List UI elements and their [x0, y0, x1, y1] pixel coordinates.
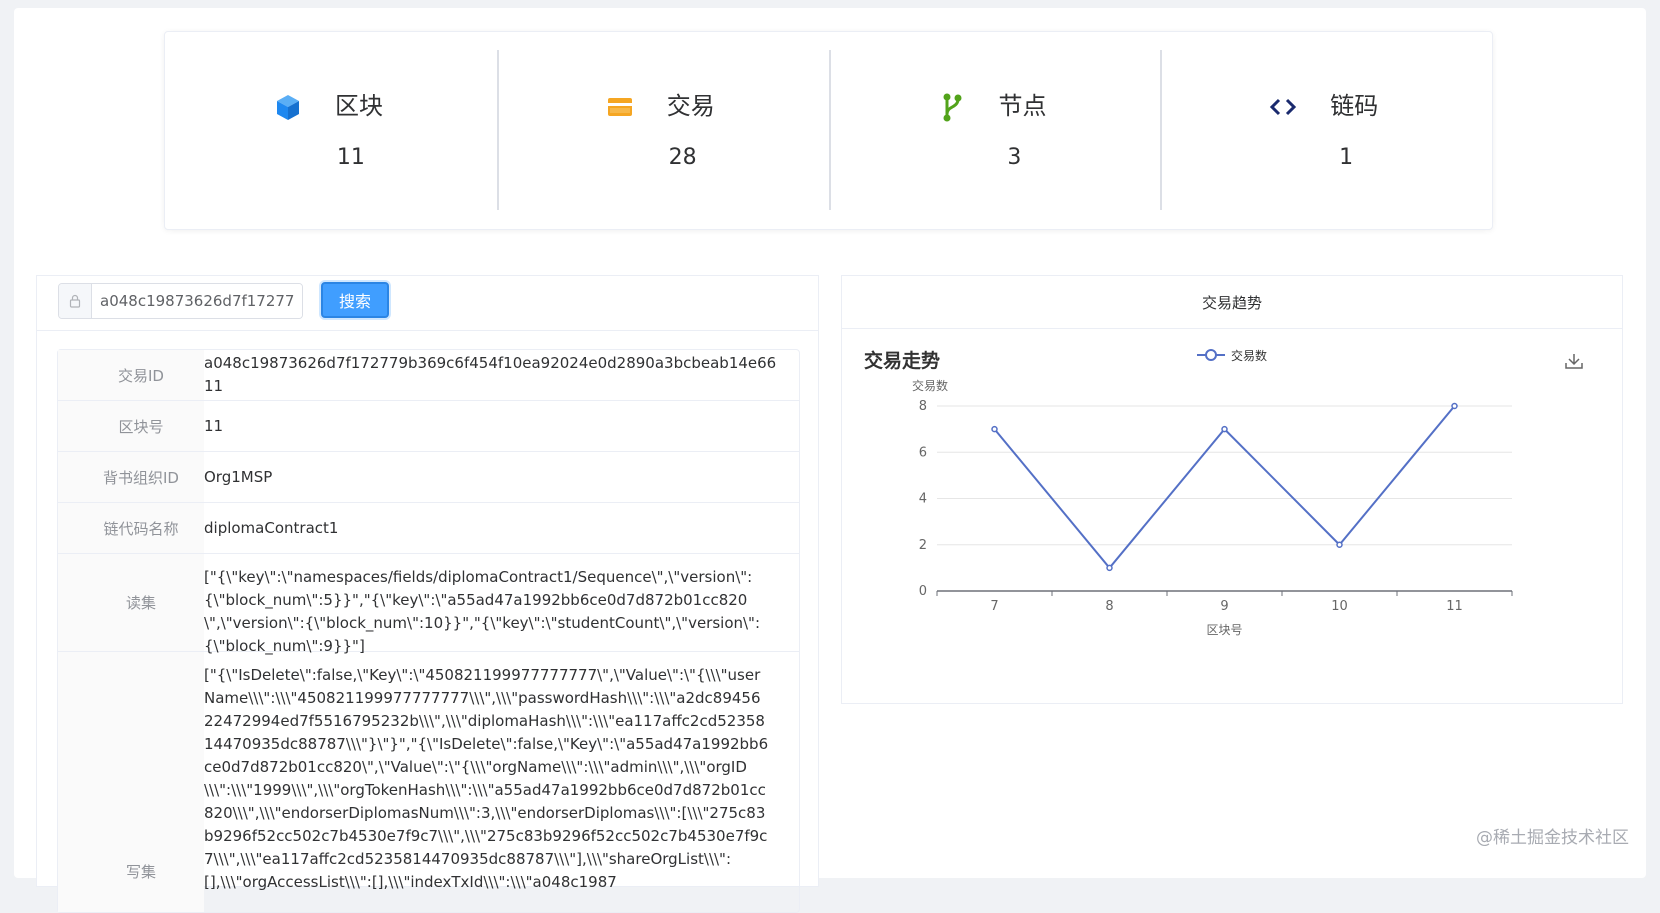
stat-blocks: 区块 11 [165, 32, 497, 229]
legend-label: 交易数 [1231, 348, 1267, 363]
transaction-panel: 搜索 交易ID a048c19873626d7f172779b369c6f454… [36, 275, 819, 913]
stat-transactions: 交易 28 [496, 32, 829, 229]
table-row: 写集 ["{\"IsDelete\":false,\"Key\":\"45082… [58, 652, 799, 912]
code-icon [1268, 92, 1298, 122]
detail-value: a048c19873626d7f172779b369c6f454f10ea920… [204, 354, 777, 395]
x-tick-label: 7 [990, 599, 998, 614]
trend-panel: 交易趋势 交易走势 交易数 交易数 0 2 4 6 8 7 8 9 10 11 区块号 [841, 275, 1623, 704]
y-tick-label: 0 [919, 584, 927, 599]
stat-value: 3 [1007, 145, 1022, 170]
line-chart: 交易走势 交易数交易数024687 8 9 10 11区块号 [864, 348, 1583, 637]
legend-marker [1205, 349, 1217, 361]
stat-nodes: 节点 3 [828, 32, 1161, 229]
y-tick-label: 6 [919, 445, 927, 460]
x-tick-label: 8 [1105, 599, 1113, 614]
stat-value: 11 [336, 145, 365, 170]
stat-value: 28 [668, 145, 697, 170]
detail-key: 链代码名称 [103, 519, 179, 538]
data-point [991, 425, 998, 433]
panel-title: 交易趋势 [842, 276, 1622, 329]
card-icon [605, 92, 635, 122]
transaction-detail-table: 交易ID a048c19873626d7f172779b369c6f454f10… [57, 349, 800, 913]
search-bar: 搜索 [37, 276, 818, 331]
cube-icon [273, 92, 303, 122]
lock-icon [59, 284, 92, 318]
detail-value: ["{\"IsDelete\":false,\"Key\":\"45082119… [204, 666, 769, 891]
stat-chaincode: 链码 1 [1160, 32, 1492, 229]
table-row: 读集 ["{\"key\":\"namespaces/fields/diplom… [58, 554, 799, 655]
chart-title: 交易走势 [864, 349, 940, 372]
stats-card: 区块 11 交易 28 节点 3 链码 1 [164, 31, 1493, 230]
detail-key: 读集 [125, 594, 156, 612]
stat-label: 链码 [1330, 92, 1379, 120]
stat-label: 节点 [998, 92, 1047, 120]
detail-value: 11 [204, 416, 224, 435]
y-tick-label: 2 [919, 538, 927, 553]
search-button[interactable]: 搜索 [321, 282, 389, 318]
detail-value: diplomaContract1 [204, 518, 339, 537]
x-tick-label: 11 [1446, 599, 1463, 614]
detail-key: 写集 [125, 863, 156, 881]
download-icon [1565, 354, 1583, 369]
search-input[interactable] [92, 284, 302, 318]
table-row: 区块号 11 [58, 401, 799, 452]
table-row: 链代码名称 diplomaContract1 [58, 503, 799, 554]
y-tick-label: 4 [919, 492, 927, 507]
data-point [1221, 425, 1228, 433]
detail-value: Org1MSP [204, 467, 273, 486]
table-row: 交易ID a048c19873626d7f172779b369c6f454f10… [58, 350, 799, 401]
data-point [1106, 564, 1113, 572]
detail-key: 背书组织ID [103, 468, 179, 487]
y-axis-label: 交易数 [912, 378, 948, 393]
branch-icon [937, 92, 967, 122]
table-row: 背书组织ID Org1MSP [58, 452, 799, 503]
x-tick-label: 10 [1331, 599, 1348, 614]
stat-label: 区块 [335, 92, 383, 120]
x-axis-label: 区块号 [1206, 623, 1242, 637]
detail-key: 区块号 [118, 417, 164, 436]
detail-value: ["{\"key\":\"namespaces/fields/diplomaCo… [204, 568, 761, 655]
data-point [1451, 402, 1458, 410]
page: 区块 11 交易 28 节点 3 链码 1 a048c19873626d7f17… [14, 8, 1646, 913]
x-tick-label: 9 [1220, 599, 1228, 614]
detail-key: 交易ID [118, 366, 164, 385]
stat-label: 交易 [666, 92, 715, 120]
y-tick-label: 8 [919, 399, 927, 414]
watermark: @稀土掘金技术社区 [1476, 828, 1629, 848]
search-box [58, 283, 303, 319]
stat-value: 1 [1339, 145, 1354, 170]
data-point [1336, 541, 1343, 548]
